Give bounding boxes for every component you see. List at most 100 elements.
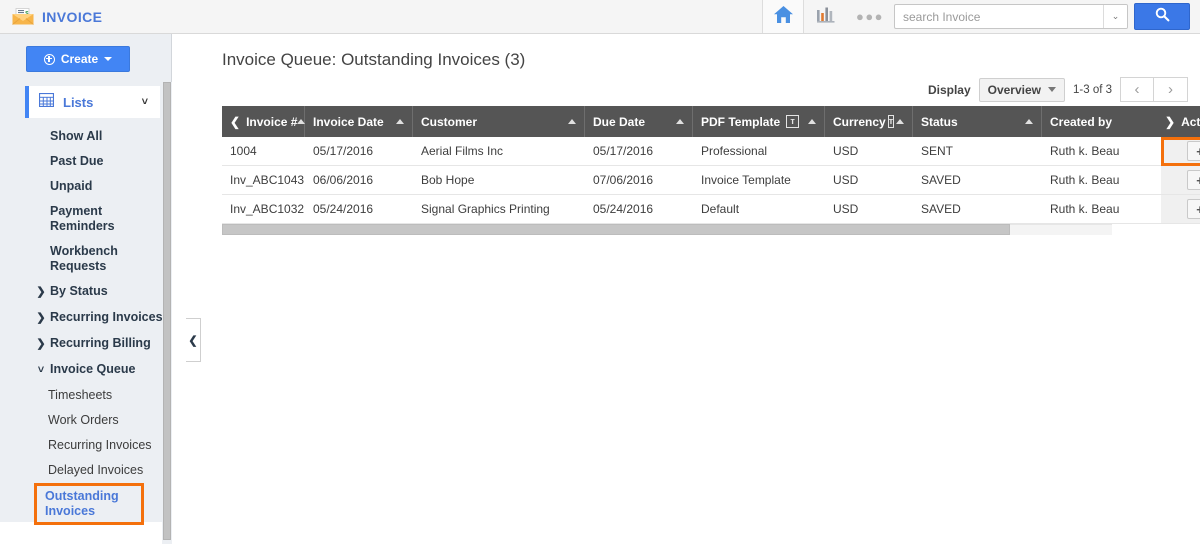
sidebar-item-invoice-queue[interactable]: ˅ Invoice Queue: [0, 357, 171, 383]
column-header-pdf-template[interactable]: PDF Template ᴛ: [693, 106, 825, 137]
sidebar-item-workbench-requests[interactable]: Workbench Requests: [0, 239, 171, 279]
cell-due-date: 05/24/2016: [593, 202, 654, 216]
sidebar-item-label: Workbench Requests: [50, 244, 118, 273]
reports-button[interactable]: [804, 0, 848, 33]
sidebar-item-lists[interactable]: Lists ˅: [25, 86, 160, 118]
page-title: Invoice Queue: Outstanding Invoices (3): [222, 50, 526, 69]
sidebar-item-payment-reminders[interactable]: Payment Reminders: [0, 199, 171, 239]
cell-status: SENT: [921, 144, 954, 158]
actions-cell[interactable]: +: [1161, 195, 1200, 224]
search-button[interactable]: [1134, 3, 1190, 30]
sidebar-item-label: Work Orders: [48, 413, 119, 427]
chevron-down-icon[interactable]: ⌄: [1103, 5, 1127, 28]
column-header-status[interactable]: Status: [913, 106, 1042, 137]
add-row-button[interactable]: +: [1187, 199, 1200, 219]
sort-ascending-icon[interactable]: [396, 119, 404, 124]
cell-pdf-template: Professional: [701, 144, 768, 158]
column-header-label: Invoice #: [246, 114, 298, 129]
actions-column: ❯ Actions + + +: [1161, 106, 1200, 224]
table-body: 1004 05/17/2016 Aerial Films Inc 05/17/2…: [222, 137, 1161, 224]
table-horizontal-scrollbar-thumb[interactable]: [222, 224, 1010, 235]
sidebar-item-timesheets[interactable]: Timesheets: [0, 383, 171, 408]
chevron-right-icon[interactable]: ❯: [32, 310, 50, 326]
sidebar-item-label: Recurring Invoices: [48, 438, 152, 452]
column-header-invoice-date[interactable]: Invoice Date: [305, 106, 413, 137]
column-header-due-date[interactable]: Due Date: [585, 106, 693, 137]
chevron-down-icon[interactable]: ˅: [32, 362, 50, 378]
sidebar-item-recurring-invoices[interactable]: ❯ Recurring Invoices: [0, 305, 171, 331]
search-area: ⌄: [894, 0, 1200, 33]
cell-customer: Bob Hope: [421, 173, 475, 187]
sidebar-item-show-all[interactable]: Show All: [0, 124, 171, 149]
sidebar-item-recurring-invoices-sub[interactable]: Recurring Invoices: [0, 433, 171, 458]
search-input[interactable]: [895, 5, 1103, 28]
sidebar-item-unpaid[interactable]: Unpaid: [0, 174, 171, 199]
sidebar-item-work-orders[interactable]: Work Orders: [0, 408, 171, 433]
column-header-label: Status: [921, 114, 958, 129]
chevron-right-icon[interactable]: ❯: [1165, 115, 1175, 129]
chevron-right-icon[interactable]: ❯: [32, 284, 50, 300]
prev-page-button[interactable]: ‹: [1120, 77, 1154, 102]
chevron-right-icon[interactable]: ❯: [32, 336, 50, 352]
sidebar-item-label: By Status: [50, 284, 108, 298]
display-mode-select[interactable]: Overview: [978, 77, 1065, 102]
invoice-table: ❮ Invoice # Invoice Date Customer Due Da…: [222, 106, 1200, 274]
filter-icon[interactable]: ᴛ: [887, 115, 895, 128]
table-row[interactable]: 1004 05/17/2016 Aerial Films Inc 05/17/2…: [222, 137, 1161, 166]
sidebar-collapse-handle[interactable]: ❮: [186, 318, 201, 362]
sidebar: Create Lists ˅ Show All Past Due Unpaid …: [0, 34, 172, 544]
sidebar-scrollbar-thumb[interactable]: [163, 82, 171, 540]
column-header-created-by[interactable]: Created by: [1042, 106, 1161, 137]
chevron-down-icon[interactable]: ˅: [142, 96, 148, 108]
table-header-row: ❮ Invoice # Invoice Date Customer Due Da…: [222, 106, 1161, 137]
column-header-currency[interactable]: Currency ᴛ: [825, 106, 913, 137]
sidebar-item-by-status[interactable]: ❯ By Status: [0, 279, 171, 305]
cell-invoice-date: 05/17/2016: [313, 144, 374, 158]
cell-pdf-template: Default: [701, 202, 740, 216]
column-header-label: Actions: [1181, 114, 1200, 129]
column-header-label: Invoice Date: [313, 114, 384, 129]
create-button-label: Create: [60, 52, 99, 66]
sort-ascending-icon[interactable]: [808, 119, 816, 124]
more-options-button[interactable]: ●●●: [848, 0, 892, 33]
filter-icon[interactable]: ᴛ: [786, 115, 800, 128]
display-mode-value: Overview: [987, 82, 1041, 97]
sort-ascending-icon[interactable]: [1025, 119, 1033, 124]
sidebar-item-delayed-invoices[interactable]: Delayed Invoices: [0, 458, 171, 483]
actions-cell[interactable]: +: [1161, 137, 1200, 166]
cell-invoice-date: 05/24/2016: [313, 202, 374, 216]
add-row-button[interactable]: +: [1187, 141, 1200, 161]
sidebar-item-outstanding-invoices[interactable]: Outstanding Invoices: [34, 483, 144, 525]
sidebar-item-label: Timesheets: [48, 388, 113, 402]
column-header-invoice-number[interactable]: ❮ Invoice #: [222, 106, 306, 137]
sort-ascending-icon[interactable]: [568, 119, 576, 124]
sidebar-item-recurring-billing[interactable]: ❯ Recurring Billing: [0, 331, 171, 357]
search-box[interactable]: ⌄: [894, 4, 1128, 29]
column-header-actions[interactable]: ❯ Actions: [1161, 106, 1200, 137]
caret-down-icon: [104, 57, 113, 61]
next-page-button[interactable]: ›: [1154, 77, 1188, 102]
cell-currency: USD: [833, 173, 859, 187]
create-button[interactable]: Create: [26, 46, 130, 72]
actions-cell[interactable]: +: [1161, 166, 1200, 195]
result-range: 1-3 of 3: [1073, 83, 1112, 96]
display-label: Display: [927, 82, 971, 97]
display-controls: Display Overview 1-3 of 3 ‹ ›: [928, 77, 1188, 102]
add-row-button[interactable]: +: [1187, 170, 1200, 190]
sort-ascending-icon[interactable]: [896, 119, 905, 124]
sidebar-item-label: Payment Reminders: [50, 204, 115, 233]
table-row[interactable]: Inv_ABC1032 05/24/2016 Signal Graphics P…: [222, 195, 1161, 224]
table-row[interactable]: Inv_ABC1043 06/06/2016 Bob Hope 07/06/20…: [222, 166, 1161, 195]
cell-customer: Signal Graphics Printing: [421, 202, 550, 216]
column-header-label: Created by: [1050, 114, 1113, 129]
sort-ascending-icon[interactable]: [676, 119, 684, 124]
top-bar-actions: ●●● ⌄: [762, 0, 1200, 33]
home-button[interactable]: [762, 0, 804, 33]
cell-currency: USD: [833, 202, 859, 216]
sidebar-item-label: Invoice Queue: [50, 362, 136, 376]
cell-created-by: Ruth k. Beau: [1050, 173, 1120, 187]
chevron-left-icon[interactable]: ❮: [230, 115, 240, 129]
sidebar-item-lists-label: Lists: [63, 94, 94, 110]
sidebar-item-past-due[interactable]: Past Due: [0, 149, 171, 174]
column-header-customer[interactable]: Customer: [413, 106, 585, 137]
